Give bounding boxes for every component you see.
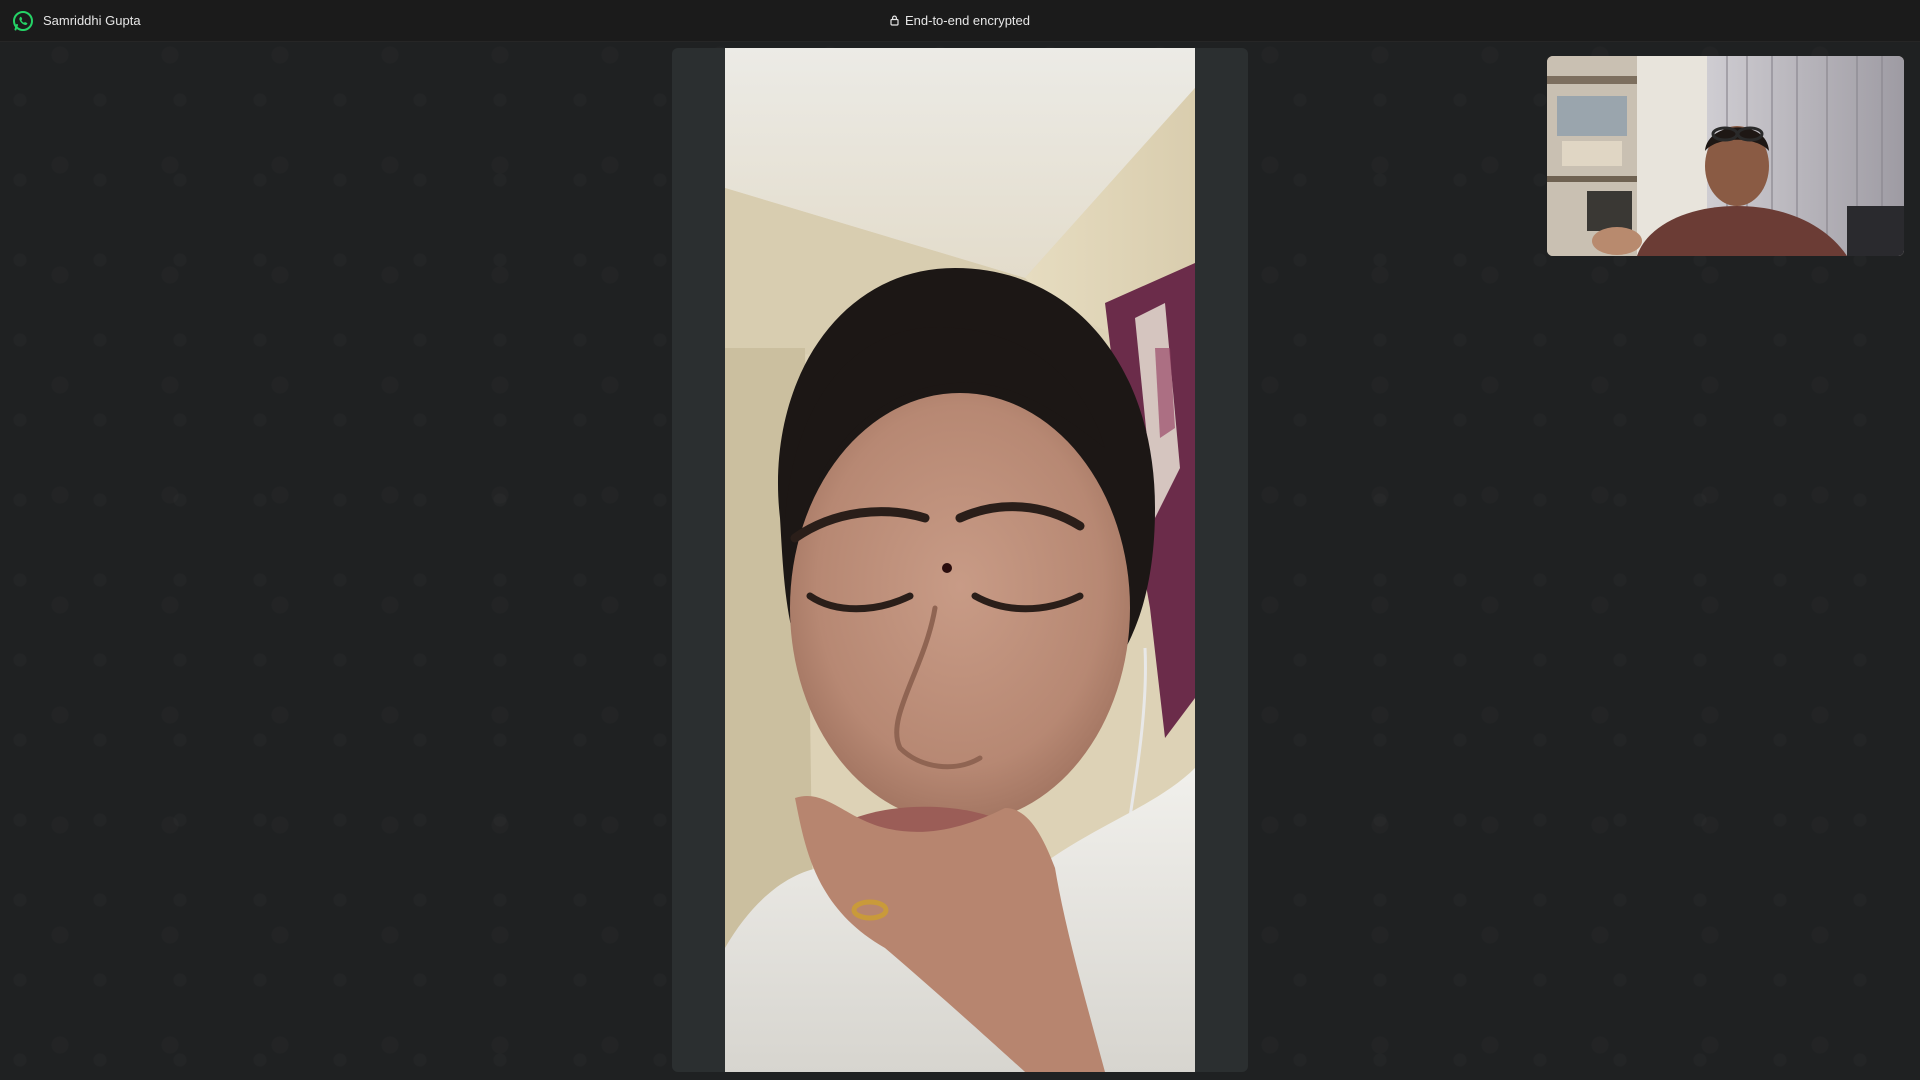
whatsapp-icon bbox=[12, 10, 34, 32]
remote-video-frame bbox=[672, 48, 1248, 1072]
title-bar: Samriddhi Gupta End-to-end encrypted bbox=[0, 0, 1920, 42]
encryption-status: End-to-end encrypted bbox=[0, 12, 1920, 30]
caller-name: Samriddhi Gupta bbox=[43, 13, 141, 28]
remote-participant-video bbox=[725, 48, 1195, 1072]
encryption-label: End-to-end encrypted bbox=[904, 13, 1031, 28]
self-preview-video[interactable] bbox=[1547, 56, 1904, 256]
call-window: Samriddhi Gupta End-to-end encrypted bbox=[0, 0, 1920, 1080]
lock-icon bbox=[890, 13, 899, 30]
